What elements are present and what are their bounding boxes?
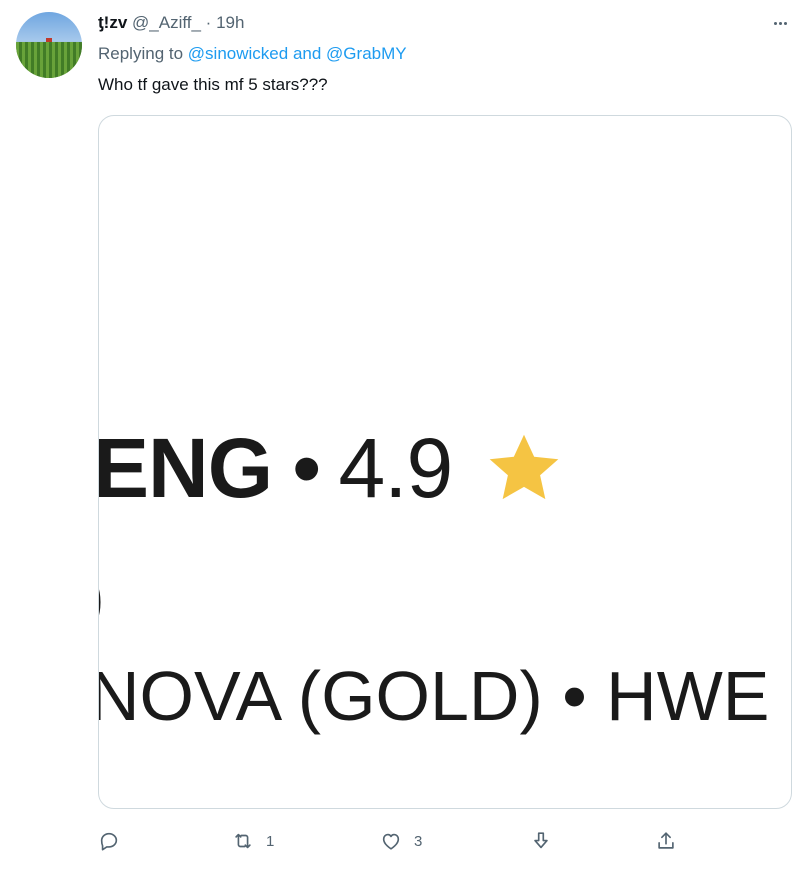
image-text-eng: ENG [98, 421, 273, 515]
star-icon [489, 434, 559, 499]
image-bullet: • [292, 421, 321, 515]
reply-icon [100, 832, 118, 851]
like-button[interactable]: 3 [380, 826, 422, 856]
tweet-image[interactable]: ENG • 4.9 ) NOVA (GOLD) • HWE [98, 115, 792, 809]
more-options-icon[interactable] [768, 12, 792, 34]
reply-and[interactable]: and [293, 44, 321, 63]
avatar-barn [46, 38, 52, 42]
share-button[interactable] [530, 826, 552, 856]
mention-link-grabmy[interactable]: @GrabMY [326, 44, 407, 63]
replying-to: Replying to @sinowicked and @GrabMY [98, 42, 407, 66]
mention-link-sinowicked[interactable]: @sinowicked [188, 44, 288, 63]
separator-dot: · [205, 13, 212, 32]
avatar[interactable] [16, 12, 82, 78]
retweet-icon [235, 833, 251, 849]
reply-button[interactable] [98, 826, 132, 856]
upload-button[interactable] [655, 826, 677, 856]
retweet-button[interactable]: 1 [232, 826, 274, 856]
more-dot [773, 21, 777, 25]
more-dot [783, 21, 787, 25]
tweet-text: Who tf gave this mf 5 stars??? [98, 75, 328, 94]
tweet-time[interactable]: 19h [216, 13, 244, 32]
reply-prefix: Replying to [98, 44, 184, 63]
author-name[interactable]: ƫ!zv [98, 13, 127, 32]
tweet-actions: 1 3 [98, 826, 718, 856]
author-handle[interactable]: @_Aziff_ [132, 13, 201, 32]
image-line-rating: ENG • 4.9 [98, 420, 566, 517]
image-line-vehicle: NOVA (GOLD) • HWE [98, 657, 770, 735]
more-dot [778, 21, 782, 25]
star-shape [489, 434, 559, 499]
avatar-field-rows [16, 42, 82, 78]
image-rating: 4.9 [338, 421, 453, 515]
upload-icon [658, 832, 674, 849]
like-count: 3 [414, 832, 423, 850]
share-icon [534, 832, 548, 849]
tweet-header: ƫ!zv @_Aziff_ · 19h [98, 12, 244, 34]
like-icon [382, 833, 400, 850]
image-line-partial: ) [99, 556, 105, 638]
retweet-count: 1 [266, 832, 275, 850]
